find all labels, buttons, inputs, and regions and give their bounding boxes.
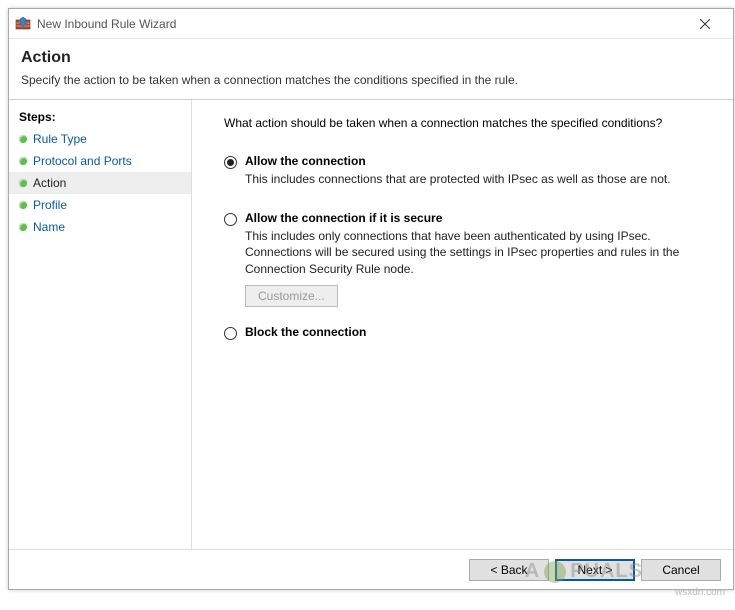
window-title: New Inbound Rule Wizard: [37, 17, 685, 31]
option-title: Allow the connection if it is secure: [245, 211, 713, 225]
bullet-icon: [19, 179, 27, 187]
cancel-button[interactable]: Cancel: [641, 559, 721, 581]
bullet-icon: [19, 201, 27, 209]
option-desc: This includes connections that are prote…: [245, 171, 705, 187]
step-name[interactable]: Name: [9, 216, 191, 238]
option-title: Block the connection: [245, 325, 713, 339]
steps-heading: Steps:: [9, 106, 191, 128]
wizard-footer: APUALS < Back Next > Cancel: [9, 549, 733, 589]
option-desc: This includes only connections that have…: [245, 228, 705, 277]
radio-block[interactable]: [224, 327, 237, 340]
page-subtitle: Specify the action to be taken when a co…: [21, 73, 721, 87]
step-protocol-ports[interactable]: Protocol and Ports: [9, 150, 191, 172]
radio-allow-secure[interactable]: [224, 213, 237, 226]
bullet-icon: [19, 223, 27, 231]
step-label: Name: [33, 220, 65, 234]
customize-button: Customize...: [245, 285, 338, 307]
close-button[interactable]: [685, 10, 725, 38]
question-text: What action should be taken when a conne…: [224, 116, 713, 130]
option-body: Allow the connection if it is secure Thi…: [245, 211, 713, 307]
wizard-body: Steps: Rule Type Protocol and Ports Acti…: [9, 100, 733, 549]
option-body: Allow the connection This includes conne…: [245, 154, 713, 193]
wizard-window: New Inbound Rule Wizard Action Specify t…: [8, 8, 734, 590]
step-rule-type[interactable]: Rule Type: [9, 128, 191, 150]
option-body: Block the connection: [245, 325, 713, 342]
step-label: Profile: [33, 198, 67, 212]
step-label: Protocol and Ports: [33, 154, 132, 168]
firewall-icon: [15, 16, 31, 32]
option-title: Allow the connection: [245, 154, 713, 168]
radio-allow[interactable]: [224, 156, 237, 169]
step-label: Rule Type: [33, 132, 87, 146]
option-block[interactable]: Block the connection: [224, 325, 713, 342]
back-button[interactable]: < Back: [469, 559, 549, 581]
titlebar: New Inbound Rule Wizard: [9, 9, 733, 39]
content-panel: What action should be taken when a conne…: [192, 100, 733, 549]
step-label: Action: [33, 176, 66, 190]
steps-panel: Steps: Rule Type Protocol and Ports Acti…: [9, 100, 192, 549]
credit-text: wsxdn.com: [675, 587, 725, 598]
bullet-icon: [19, 135, 27, 143]
option-allow[interactable]: Allow the connection This includes conne…: [224, 154, 713, 193]
page-title: Action: [21, 49, 721, 67]
bullet-icon: [19, 157, 27, 165]
option-allow-secure[interactable]: Allow the connection if it is secure Thi…: [224, 211, 713, 307]
wizard-header: Action Specify the action to be taken wh…: [9, 39, 733, 100]
step-profile[interactable]: Profile: [9, 194, 191, 216]
next-button[interactable]: Next >: [555, 559, 635, 581]
step-action[interactable]: Action: [9, 172, 191, 194]
